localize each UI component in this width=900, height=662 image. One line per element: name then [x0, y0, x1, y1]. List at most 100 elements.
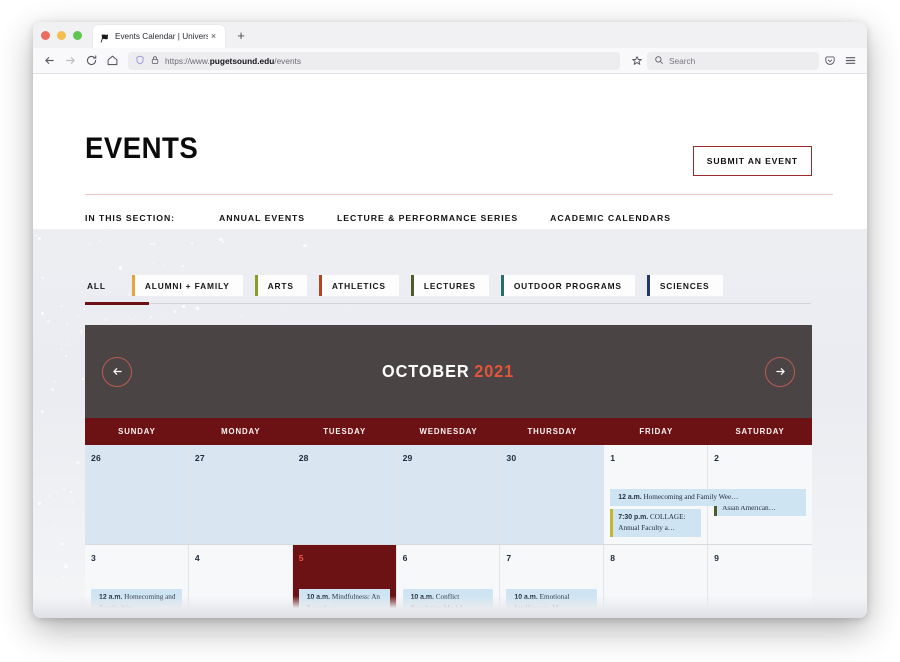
category-tab-label: ATHLETICS [331, 280, 386, 291]
weekday-header: WEDNESDAY [419, 427, 478, 436]
calendar-day-cell[interactable]: 30 [500, 445, 605, 544]
page-viewport: EVENTS SUBMIT AN EVENT IN THIS SECTION: … [33, 74, 867, 618]
new-tab-button[interactable]: + [233, 28, 249, 44]
viewport-bottom-fade [33, 596, 867, 618]
day-number: 6 [402, 553, 408, 563]
weekday-header-row: SUNDAY MONDAY TUESDAY WEDNESDAY THURSDAY FRID… [85, 418, 812, 445]
close-window-icon[interactable] [41, 31, 50, 40]
day-number: 2 [714, 453, 720, 463]
page-header: EVENTS SUBMIT AN EVENT IN THIS SECTION: … [33, 74, 867, 229]
day-number: 3 [91, 553, 96, 563]
calendar-event[interactable]: 12 a.m. Homecoming and Family Wee… [610, 489, 789, 507]
page-title: EVENTS [85, 132, 199, 165]
section-link-annual-events[interactable]: ANNUAL EVENTS [219, 213, 305, 223]
home-icon[interactable] [102, 50, 123, 71]
calendar-day-cell[interactable]: 28 [292, 445, 397, 544]
weekday-header: MONDAY [221, 427, 261, 436]
calendar-day-cell[interactable]: 27 [188, 445, 293, 544]
category-tab-label: ARTS [267, 280, 294, 291]
section-nav-label: IN THIS SECTION: [85, 213, 176, 223]
weekday-header: SATURDAY [735, 427, 785, 436]
header-divider [85, 194, 833, 195]
section-link-lecture-performance-series[interactable]: LECTURE & PERFORMANCE SERIES [337, 213, 518, 223]
event-text: 7:30 p.m. COLLAGE: Annual Faculty a… [613, 509, 701, 536]
day-number: 26 [91, 453, 101, 463]
tab-strip: Events Calendar | University of × + [33, 22, 867, 48]
browser-window: Events Calendar | University of × + [33, 22, 867, 618]
category-tab-label: LECTURES [423, 280, 476, 291]
calendar-month: OCTOBER [382, 361, 471, 381]
category-color-bar [646, 275, 650, 296]
day-number: 8 [610, 553, 616, 563]
forward-icon[interactable] [60, 50, 81, 71]
category-tab-label: SCIENCES [659, 280, 710, 291]
reload-icon[interactable] [81, 50, 102, 71]
calendar-month-year: OCTOBER 2021 [382, 361, 514, 382]
category-color-bar [410, 275, 414, 296]
day-number: 4 [194, 553, 200, 563]
category-tab-outdoor-programs[interactable]: OUTDOOR PROGRAMS [500, 275, 635, 296]
weekday-header: TUESDAY [323, 427, 367, 436]
url-text: https://www.pugetsound.edu/events [165, 55, 302, 66]
day-number: 28 [298, 453, 309, 463]
category-tab-athletics[interactable]: ATHLETICS [318, 275, 399, 296]
category-tab-label: ALL [87, 280, 106, 291]
event-time: 7:30 p.m. [618, 514, 649, 522]
calendar-day-cell[interactable]: 29 [396, 445, 501, 544]
category-tab-sciences[interactable]: SCIENCES [646, 275, 723, 296]
browser-tab[interactable]: Events Calendar | University of × [93, 25, 225, 48]
category-color-bar [318, 275, 322, 296]
category-color-bar [254, 275, 258, 296]
submit-an-event-button[interactable]: SUBMIT AN EVENT [692, 146, 812, 176]
calendar-day-cell[interactable]: 1 12 a.m. Homecoming and Family Wee… 7:30 … [604, 445, 789, 544]
active-tab-underline [85, 302, 149, 305]
close-tab-icon[interactable]: × [208, 31, 219, 42]
category-tab-label: ALUMNI + FAMILY [144, 280, 230, 291]
search-bar[interactable]: Search [647, 51, 819, 70]
app-menu-icon[interactable] [840, 50, 861, 71]
page-body: ALL ALUMNI + FAMILY ARTS ATHLETICS LECTURES O… [33, 229, 867, 618]
shield-icon[interactable] [135, 52, 145, 70]
category-color-bar [131, 275, 135, 296]
category-color-bar [500, 275, 504, 296]
section-link-academic-calendars[interactable]: ACADEMIC CALENDARS [550, 213, 671, 223]
day-number: 5 [298, 553, 304, 563]
bookmark-star-icon[interactable] [626, 50, 647, 71]
window-controls[interactable] [41, 31, 82, 40]
save-to-pocket-icon[interactable] [819, 50, 840, 71]
day-number: 1 [610, 453, 616, 463]
day-number: 7 [506, 553, 512, 563]
category-tab-alumni-family[interactable]: ALUMNI + FAMILY [131, 275, 243, 296]
search-input[interactable]: Search [669, 56, 695, 66]
back-icon[interactable] [39, 50, 60, 71]
weekday-header: SUNDAY [118, 427, 156, 436]
day-number: 27 [194, 453, 205, 463]
day-number: 30 [506, 453, 517, 463]
navigation-toolbar: https://www.pugetsound.edu/events Search [33, 48, 867, 74]
maximize-window-icon[interactable] [73, 31, 82, 40]
category-tab-lectures[interactable]: LECTURES [410, 275, 489, 296]
events-calendar: OCTOBER 2021 SUNDAY MONDAY TUESDAY WEDNESDAY… [85, 325, 812, 618]
search-icon [654, 52, 664, 70]
event-title: Homecoming and Family Wee… [641, 493, 739, 501]
address-bar[interactable]: https://www.pugetsound.edu/events [128, 51, 620, 70]
next-month-button[interactable] [765, 356, 795, 387]
category-tab-arts[interactable]: ARTS [254, 275, 307, 296]
previous-month-button[interactable] [102, 356, 132, 387]
tab-baseline [149, 303, 811, 304]
browser-chrome: Events Calendar | University of × + [33, 22, 867, 74]
event-text: 12 a.m. Homecoming and Family Wee… [613, 489, 742, 506]
calendar-weeks: 26 27 28 29 30 1 12 a.m. Homecoming and Family… [85, 445, 812, 618]
lock-icon[interactable] [150, 52, 160, 70]
calendar-day-cell[interactable]: 26 [85, 445, 189, 544]
category-tab-all[interactable]: ALL [85, 275, 120, 296]
calendar-header: OCTOBER 2021 [85, 325, 812, 418]
category-tab-label: OUTDOOR PROGRAMS [513, 280, 622, 291]
calendar-year: 2021 [474, 361, 515, 381]
day-number: 29 [402, 453, 413, 463]
minimize-window-icon[interactable] [57, 31, 66, 40]
tab-title: Events Calendar | University of [115, 32, 208, 41]
calendar-event[interactable]: 7:30 p.m. COLLAGE: Annual Faculty a… [610, 509, 702, 537]
site-favicon-icon [99, 31, 110, 43]
calendar-week-row: 26 27 28 29 30 1 12 a.m. Homecoming and Family… [85, 445, 812, 545]
